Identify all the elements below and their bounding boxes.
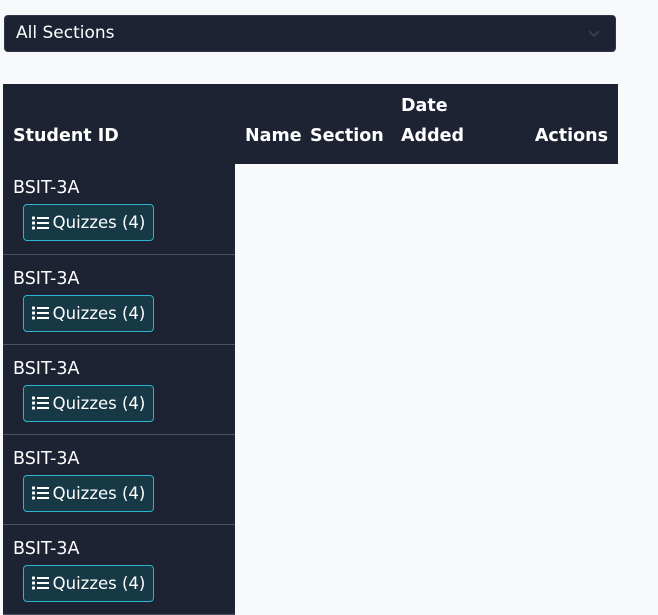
quizzes-button-label: Quizzes (4) (52, 573, 146, 593)
section-text: BSIT-3A (13, 178, 80, 198)
section-text: BSIT-3A (13, 268, 80, 289)
student-cell: BSIT-3A Quizzes (4) (3, 344, 235, 435)
student-cell: BSIT-3A Quizzes (4) (3, 164, 235, 255)
quizzes-button-label: Quizzes (4) (52, 393, 146, 413)
quizzes-button[interactable]: Quizzes (4) (23, 564, 154, 602)
list-icon (31, 486, 49, 500)
table-row: BSIT-3A Quizzes (4) (3, 164, 618, 255)
table-row: BSIT-3A Quizzes (4) (3, 524, 618, 615)
chevron-down-icon (587, 16, 601, 51)
quizzes-button-label: Quizzes (4) (52, 483, 146, 503)
list-icon (31, 216, 49, 230)
section-text: BSIT-3A (13, 358, 80, 379)
list-icon (31, 396, 49, 410)
header-actions: Actions (534, 126, 608, 146)
quizzes-button[interactable]: Quizzes (4) (23, 384, 154, 422)
section-text: BSIT-3A (13, 448, 80, 469)
table-row: BSIT-3A Quizzes (4) (3, 254, 618, 345)
header-section: Section (310, 126, 384, 146)
section-text: BSIT-3A (13, 538, 80, 559)
students-table: Student ID Name Section Date Added Action… (3, 84, 618, 615)
student-cell: BSIT-3A Quizzes (4) (3, 524, 235, 615)
quizzes-button-label: Quizzes (4) (52, 213, 146, 232)
header-date-added: Date Added (401, 96, 464, 146)
list-icon (31, 576, 49, 590)
student-cell: BSIT-3A Quizzes (4) (3, 434, 235, 525)
student-cell: BSIT-3A Quizzes (4) (3, 254, 235, 345)
header-name: Name (245, 126, 302, 146)
table-header-row: Student ID Name Section Date Added Action… (3, 84, 618, 164)
quizzes-button-label: Quizzes (4) (52, 303, 146, 323)
table-row: BSIT-3A Quizzes (4) (3, 344, 618, 435)
section-filter-value: All Sections (16, 23, 115, 43)
quizzes-button[interactable]: Quizzes (4) (23, 294, 154, 332)
list-icon (31, 306, 49, 320)
header-student-id: Student ID (13, 126, 119, 146)
quizzes-button[interactable]: Quizzes (4) (23, 204, 154, 241)
table-row: BSIT-3A Quizzes (4) (3, 434, 618, 525)
quizzes-button[interactable]: Quizzes (4) (23, 474, 154, 512)
section-filter-select[interactable]: All Sections (4, 15, 616, 52)
